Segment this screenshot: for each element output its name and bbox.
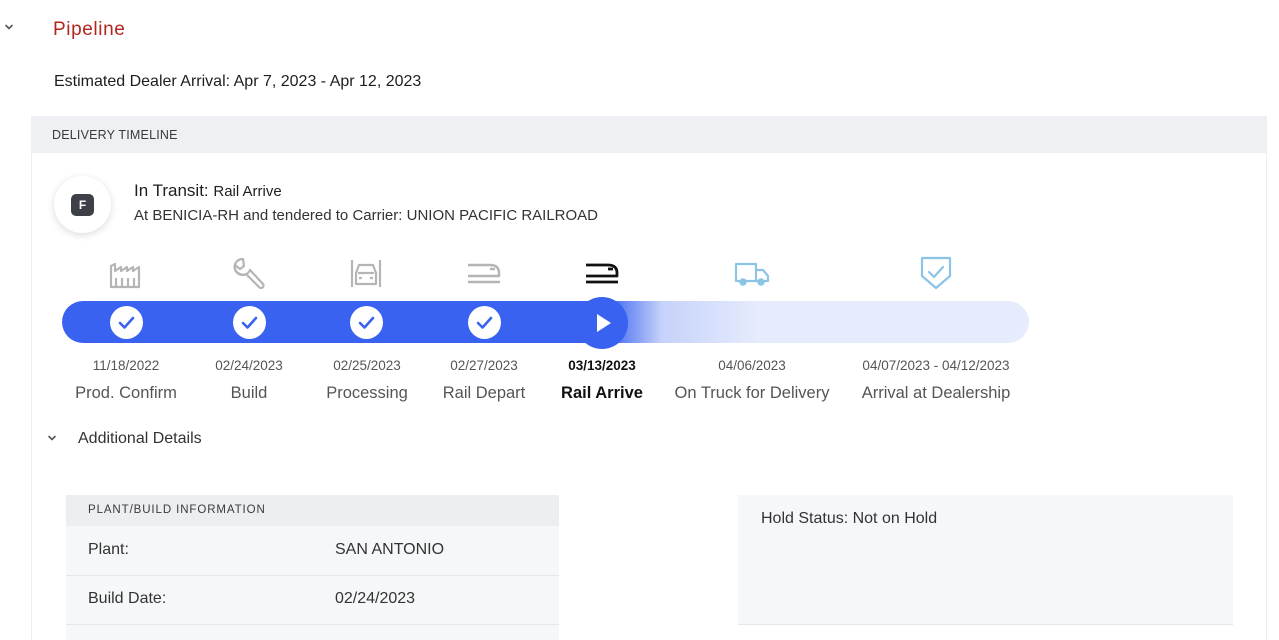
stage-date-current: 03/13/2023 xyxy=(568,358,636,373)
progress-track xyxy=(62,301,1029,343)
truck-icon xyxy=(732,256,772,290)
status-badge: F xyxy=(71,194,94,216)
row-divider xyxy=(66,624,559,625)
status-detail: At BENICIA-RH and tendered to Carrier: U… xyxy=(134,207,599,224)
stage-label: On Truck for Delivery xyxy=(674,384,830,402)
check-icon xyxy=(468,306,501,339)
additional-details-toggle[interactable]: Additional Details xyxy=(78,430,202,448)
check-icon xyxy=(110,306,143,339)
stage-label: Prod. Confirm xyxy=(75,384,177,402)
shield-check-icon xyxy=(916,256,956,290)
stage-label-current: Rail Arrive xyxy=(561,384,643,402)
factory-icon xyxy=(106,256,146,290)
check-icon xyxy=(350,306,383,339)
stage-date: 04/07/2023 - 04/12/2023 xyxy=(862,358,1010,373)
timeline-header xyxy=(31,116,1267,153)
stage-date: 02/27/2023 xyxy=(450,358,518,373)
stage-date: 02/24/2023 xyxy=(215,358,283,373)
estimated-arrival: Estimated Dealer Arrival: Apr 7, 2023 - … xyxy=(54,73,422,90)
stage-label: Arrival at Dealership xyxy=(861,384,1011,402)
stage-label: Rail Depart xyxy=(442,384,526,402)
check-icon xyxy=(233,306,266,339)
train-icon xyxy=(582,256,622,290)
build-date-value: 02/24/2023 xyxy=(335,590,416,607)
stage-date: 02/25/2023 xyxy=(333,358,401,373)
train-icon xyxy=(464,256,504,290)
play-icon xyxy=(576,297,628,349)
status-label: In Transit: xyxy=(134,181,209,200)
stage-label: Processing xyxy=(326,384,408,402)
plant-label: Plant: xyxy=(88,541,129,558)
build-date-label: Build Date: xyxy=(88,590,167,607)
row-divider xyxy=(66,575,559,576)
plant-value: SAN ANTONIO xyxy=(335,541,445,558)
chevron-down-icon[interactable] xyxy=(47,433,57,443)
stage-label: Build xyxy=(230,384,268,402)
status-heading: In Transit: Rail Arrive xyxy=(134,181,282,201)
stage-date: 04/06/2023 xyxy=(718,358,786,373)
plant-build-panel-title: PLANT/BUILD INFORMATION xyxy=(88,504,266,516)
wrench-icon xyxy=(229,256,269,290)
car-front-icon xyxy=(346,256,386,290)
status-value: Rail Arrive xyxy=(213,183,282,200)
stage-date: 11/18/2022 xyxy=(92,358,160,373)
section-title: Pipeline xyxy=(53,19,126,40)
chevron-down-icon[interactable] xyxy=(4,22,14,32)
hold-status: Hold Status: Not on Hold xyxy=(761,510,938,527)
timeline-header-label: DELIVERY TIMELINE xyxy=(52,128,178,142)
